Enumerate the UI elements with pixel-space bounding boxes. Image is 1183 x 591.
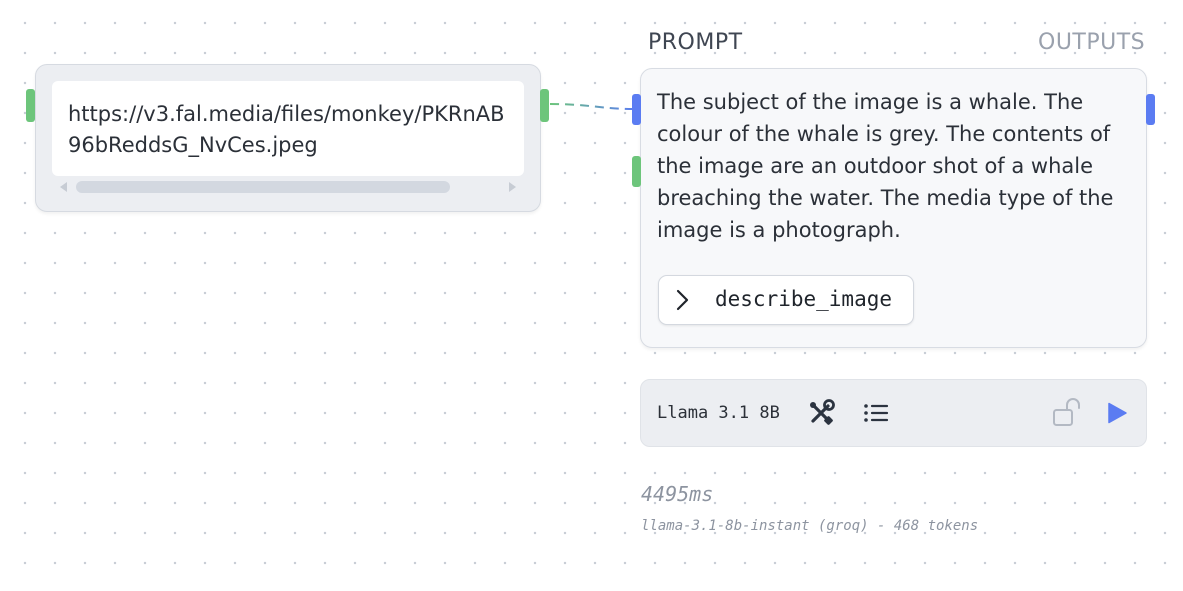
prompt-node-output-handle[interactable] — [1146, 94, 1155, 125]
prompt-node[interactable]: The subject of the image is a whale. The… — [640, 68, 1147, 348]
url-value[interactable]: https://v3.fal.media/files/monkey/PKRnAB… — [68, 99, 516, 161]
run-duration: 4495ms — [641, 482, 714, 506]
url-node-output-handle[interactable] — [540, 89, 549, 122]
prompt-node-input-handle[interactable] — [632, 94, 641, 125]
model-selector[interactable]: Llama 3.1 8B — [657, 403, 780, 423]
play-icon[interactable] — [1105, 401, 1129, 425]
url-field[interactable]: https://v3.fal.media/files/monkey/PKRnAB… — [52, 81, 524, 176]
scroll-right-icon[interactable] — [509, 182, 516, 192]
outputs-tab[interactable]: OUTPUTS — [1038, 30, 1145, 55]
tool-chip-label: describe_image — [715, 287, 893, 311]
url-input-node[interactable]: https://v3.fal.media/files/monkey/PKRnAB… — [35, 64, 541, 212]
run-metadata: llama-3.1-8b-instant (groq) - 468 tokens — [641, 518, 979, 534]
model-toolbar: Llama 3.1 8B — [640, 379, 1147, 447]
horizontal-scrollbar[interactable] — [60, 181, 516, 193]
prompt-output-text: The subject of the image is a whale. The… — [657, 90, 1114, 242]
tools-icon[interactable] — [806, 398, 836, 428]
prompt-node-title: PROMPT — [648, 30, 743, 55]
list-icon[interactable] — [863, 401, 889, 425]
chevron-right-icon — [676, 289, 689, 311]
describe-image-tool-button[interactable]: describe_image — [658, 275, 914, 325]
scroll-left-icon[interactable] — [60, 182, 67, 192]
prompt-node-tool-handle[interactable] — [632, 156, 641, 187]
scrollbar-thumb[interactable] — [76, 181, 450, 193]
url-node-input-handle[interactable] — [26, 89, 35, 122]
unlock-icon[interactable] — [1051, 396, 1085, 430]
